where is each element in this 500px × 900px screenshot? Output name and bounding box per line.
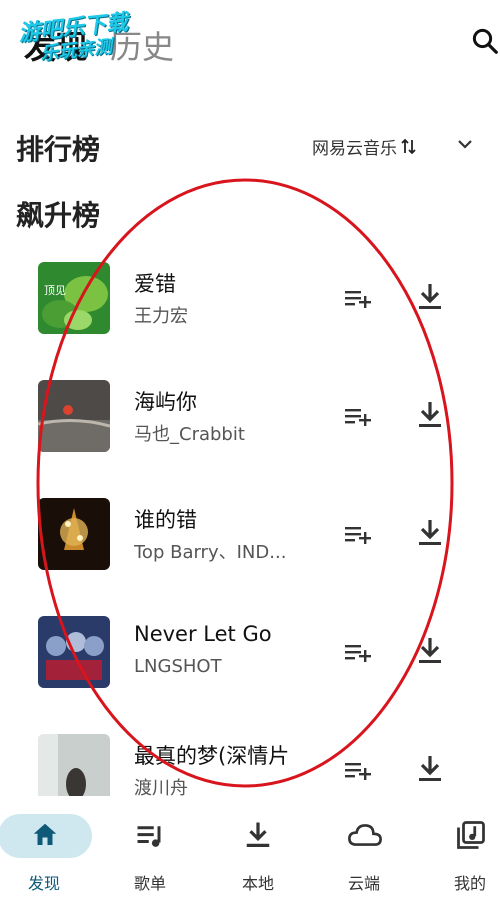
download-icon bbox=[246, 822, 270, 847]
nav-item-discover[interactable]: 发现 bbox=[0, 806, 100, 900]
source-selector[interactable]: 网易云音乐 bbox=[312, 134, 417, 159]
chevron-down-icon[interactable] bbox=[453, 132, 477, 156]
song-row[interactable]: 海屿你 马也_Crabbit bbox=[0, 366, 500, 484]
nav-item-local[interactable]: 本地 bbox=[200, 806, 300, 900]
song-artist: 马也_Crabbit bbox=[134, 424, 245, 445]
nav-item-cloud[interactable]: 云端 bbox=[314, 806, 414, 900]
section-title: 排行榜 bbox=[16, 133, 101, 166]
add-to-queue-icon[interactable] bbox=[344, 404, 374, 430]
search-icon[interactable] bbox=[470, 26, 500, 56]
nav-label: 云端 bbox=[347, 874, 380, 893]
cloud-icon bbox=[348, 824, 382, 846]
song-list: 顶见 爱错 王力宏 海屿你 马也_Crabbit 谁的错 Top Barry、I… bbox=[0, 248, 500, 796]
download-icon[interactable] bbox=[416, 636, 444, 666]
nav-item-playlists[interactable]: 歌单 bbox=[100, 806, 200, 900]
library-icon bbox=[457, 821, 485, 849]
download-icon[interactable] bbox=[416, 400, 444, 430]
download-icon[interactable] bbox=[416, 518, 444, 548]
download-icon[interactable] bbox=[416, 282, 444, 312]
album-cover bbox=[38, 498, 110, 570]
song-title: 谁的错 bbox=[134, 508, 197, 532]
song-title: 海屿你 bbox=[134, 390, 197, 414]
nav-label: 我的 bbox=[453, 874, 486, 893]
song-artist: Top Barry、IND... bbox=[134, 542, 287, 563]
sort-icon bbox=[401, 138, 416, 154]
album-cover bbox=[38, 616, 110, 688]
download-icon[interactable] bbox=[416, 754, 444, 784]
nav-label: 歌单 bbox=[133, 874, 166, 893]
add-to-queue-icon[interactable] bbox=[344, 286, 374, 312]
song-row[interactable]: 最真的梦(深情片 渡川舟 bbox=[0, 720, 500, 796]
song-title: Never Let Go bbox=[134, 622, 272, 646]
song-row[interactable]: Never Let Go LNGSHOT bbox=[0, 602, 500, 720]
ranking-header: 排行榜 网易云音乐 bbox=[0, 120, 500, 170]
album-cover bbox=[38, 380, 110, 452]
song-row[interactable]: 顶见 爱错 王力宏 bbox=[0, 248, 500, 366]
nav-item-mine[interactable]: 我的 bbox=[420, 806, 500, 900]
song-title: 爱错 bbox=[134, 272, 176, 296]
album-cover bbox=[38, 734, 110, 796]
top-tabs: 发现 历史 游吧乐下载 乐玩亲测 bbox=[0, 0, 500, 90]
song-artist: 渡川舟 bbox=[134, 778, 188, 796]
album-cover: 顶见 bbox=[38, 262, 110, 334]
source-label: 网易云音乐 bbox=[312, 139, 397, 159]
bottom-nav: 发现 歌单 本地 云端 我的 bbox=[0, 806, 500, 900]
song-row[interactable]: 谁的错 Top Barry、IND... bbox=[0, 484, 500, 602]
song-artist: 王力宏 bbox=[134, 306, 188, 327]
song-title: 最真的梦(深情片 bbox=[134, 744, 290, 768]
song-artist: LNGSHOT bbox=[134, 656, 222, 677]
add-to-queue-icon[interactable] bbox=[344, 522, 374, 548]
chart-list-title: 飙升榜 bbox=[16, 199, 101, 232]
cover-text: 顶见 bbox=[44, 284, 66, 297]
nav-label: 发现 bbox=[27, 874, 60, 893]
home-icon bbox=[33, 823, 57, 845]
add-to-queue-icon[interactable] bbox=[344, 758, 374, 784]
add-to-queue-icon[interactable] bbox=[344, 640, 374, 666]
nav-label: 本地 bbox=[241, 874, 274, 893]
playlist-icon bbox=[137, 826, 161, 847]
